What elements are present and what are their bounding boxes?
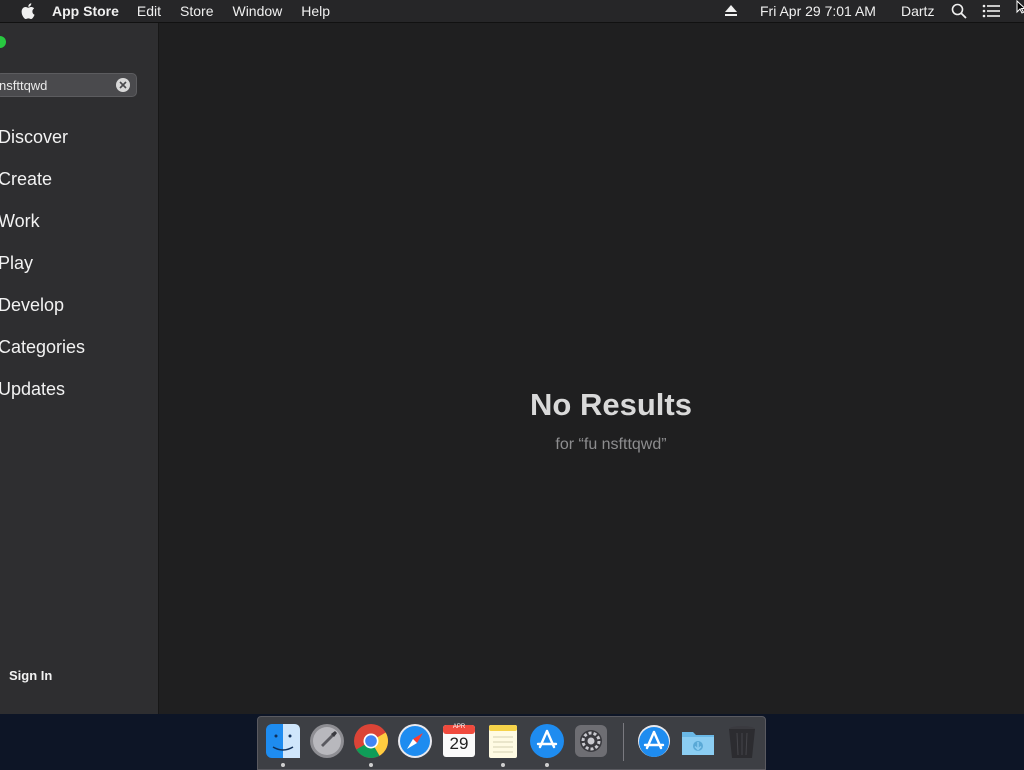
system-preferences-icon[interactable] <box>572 722 610 760</box>
downloads-folder-icon[interactable] <box>679 722 717 760</box>
notification-center-icon[interactable] <box>982 4 1002 19</box>
menu-window[interactable]: Window <box>232 3 282 19</box>
search-results-area: No Results for “fu nsfttqwd” <box>159 23 1024 714</box>
sidebar-item-play[interactable]: Play <box>0 253 33 274</box>
menubar-user[interactable]: Dartz <box>901 3 934 19</box>
spotlight-search-icon[interactable] <box>951 3 968 20</box>
menu-help[interactable]: Help <box>301 3 330 19</box>
sidebar: Discover Create Work Play Develop Catego… <box>0 23 159 714</box>
clear-search-icon[interactable] <box>116 78 130 92</box>
search-field[interactable] <box>0 73 137 97</box>
launchpad-icon[interactable] <box>308 722 346 760</box>
sidebar-item-develop[interactable]: Develop <box>0 295 64 316</box>
app-store-running-indicator <box>545 763 549 767</box>
menu-store[interactable]: Store <box>180 3 213 19</box>
search-input[interactable] <box>0 74 111 96</box>
mouse-cursor-icon <box>1016 0 1024 14</box>
chrome-running-indicator <box>369 763 373 767</box>
sign-in-button[interactable]: Sign In <box>9 668 52 683</box>
chrome-icon[interactable] <box>352 722 390 760</box>
eject-icon[interactable] <box>724 4 740 19</box>
dock-separator <box>623 723 624 761</box>
notes-icon[interactable] <box>484 722 522 760</box>
finder-running-indicator <box>281 763 285 767</box>
menu-edit[interactable]: Edit <box>137 3 161 19</box>
sidebar-item-discover[interactable]: Discover <box>0 127 68 148</box>
menu-app-store[interactable]: App Store <box>52 3 119 19</box>
app-store-icon[interactable] <box>528 722 566 760</box>
calendar-day: 29 <box>449 734 469 753</box>
notes-running-indicator <box>501 763 505 767</box>
sidebar-item-create[interactable]: Create <box>0 169 52 190</box>
sidebar-item-categories[interactable]: Categories <box>0 337 85 358</box>
finder-icon[interactable] <box>264 722 302 760</box>
apple-menu-icon[interactable] <box>18 3 38 19</box>
no-results-query: for “fu nsfttqwd” <box>555 436 667 453</box>
app-store-window: Discover Create Work Play Develop Catego… <box>0 23 1024 714</box>
app-store-folder-icon[interactable] <box>635 722 673 760</box>
safari-icon[interactable] <box>396 722 434 760</box>
calendar-month: APR <box>452 724 466 730</box>
menubar-clock[interactable]: Fri Apr 29 7:01 AM <box>760 3 876 19</box>
menu-bar: App Store Edit Store Window Help Fri Apr… <box>0 0 1024 23</box>
sidebar-item-updates[interactable]: Updates <box>0 379 65 400</box>
zoom-window-button[interactable] <box>0 36 6 48</box>
no-results-title: No Results <box>530 387 692 422</box>
sidebar-item-work[interactable]: Work <box>0 211 40 232</box>
trash-icon[interactable] <box>723 722 761 760</box>
dock: APR 29 <box>257 716 766 770</box>
